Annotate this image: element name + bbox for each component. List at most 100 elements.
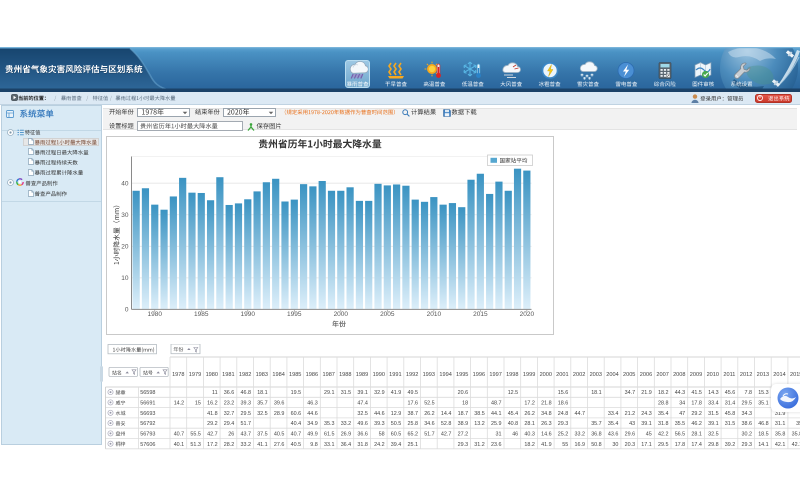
- svg-text:1988: 1988: [339, 372, 351, 378]
- svg-text:14.3: 14.3: [708, 390, 719, 396]
- svg-text:17.4: 17.4: [691, 442, 702, 448]
- svg-text:1982: 1982: [239, 372, 251, 378]
- svg-text:26.3: 26.3: [541, 421, 552, 427]
- svg-text:35.3: 35.3: [324, 421, 335, 427]
- svg-text:31.2: 31.2: [474, 442, 485, 448]
- svg-text:1985: 1985: [289, 372, 301, 378]
- svg-text:1997: 1997: [489, 372, 501, 378]
- svg-text:14.2: 14.2: [174, 401, 185, 407]
- svg-text:29.5: 29.5: [658, 442, 669, 448]
- svg-text:44.7: 44.7: [575, 411, 586, 417]
- svg-text:31.5: 31.5: [725, 421, 736, 427]
- svg-text:39.1: 39.1: [708, 421, 719, 427]
- svg-text:2004: 2004: [606, 372, 618, 378]
- svg-text:26: 26: [228, 432, 234, 438]
- svg-text:1992: 1992: [406, 372, 418, 378]
- svg-text:44.6: 44.6: [374, 411, 385, 417]
- svg-text:2014: 2014: [773, 372, 785, 378]
- svg-text:51.7: 51.7: [241, 421, 252, 427]
- svg-text:38.7: 38.7: [408, 411, 419, 417]
- svg-text:17.6: 17.6: [408, 401, 419, 407]
- svg-text:32.9: 32.9: [374, 390, 385, 396]
- svg-text:17.1: 17.1: [641, 442, 652, 448]
- svg-text:34.3: 34.3: [742, 411, 753, 417]
- svg-text:1981: 1981: [222, 372, 234, 378]
- svg-text:25.2: 25.2: [558, 432, 569, 438]
- svg-text:37.5: 37.5: [257, 432, 268, 438]
- svg-text:1994: 1994: [439, 372, 451, 378]
- svg-text:45.6: 45.6: [725, 390, 736, 396]
- svg-text:16.9: 16.9: [575, 442, 586, 448]
- svg-text:31.1: 31.1: [775, 421, 786, 427]
- svg-text:2000: 2000: [540, 372, 552, 378]
- svg-text:52.5: 52.5: [424, 401, 435, 407]
- svg-text:31.4: 31.4: [725, 401, 736, 407]
- svg-text:29.2: 29.2: [691, 411, 702, 417]
- svg-text:47.4: 47.4: [357, 401, 368, 407]
- svg-text:43.6: 43.6: [608, 432, 619, 438]
- svg-text:30: 30: [121, 212, 129, 219]
- svg-text:2005: 2005: [623, 372, 635, 378]
- svg-text:41.9: 41.9: [391, 390, 402, 396]
- svg-text:1978: 1978: [172, 372, 184, 378]
- svg-text:29.4: 29.4: [224, 421, 235, 427]
- svg-text:50.8: 50.8: [591, 442, 602, 448]
- svg-text:2005: 2005: [380, 311, 395, 318]
- svg-text:15: 15: [195, 401, 201, 407]
- svg-text:34: 34: [679, 401, 685, 407]
- svg-text:60.5: 60.5: [391, 432, 402, 438]
- svg-text:35.4: 35.4: [658, 411, 669, 417]
- svg-text:1991: 1991: [389, 372, 401, 378]
- svg-text:26.2: 26.2: [524, 411, 535, 417]
- svg-text:7.8: 7.8: [745, 390, 753, 396]
- svg-text:42.1: 42.1: [792, 442, 800, 448]
- svg-text:28.2: 28.2: [224, 442, 235, 448]
- svg-text:56691: 56691: [140, 401, 155, 407]
- svg-text:2008: 2008: [673, 372, 685, 378]
- svg-text:32.5: 32.5: [708, 432, 719, 438]
- svg-text:1980: 1980: [148, 311, 163, 318]
- svg-text:40.1: 40.1: [174, 442, 185, 448]
- svg-text:31.8: 31.8: [357, 442, 368, 448]
- svg-text:36.4: 36.4: [341, 442, 352, 448]
- svg-text:1985: 1985: [194, 311, 209, 318]
- svg-text:55: 55: [562, 442, 568, 448]
- svg-text:56598: 56598: [140, 390, 155, 396]
- svg-text:2020: 2020: [520, 311, 535, 318]
- svg-text:18.1: 18.1: [591, 390, 602, 396]
- svg-text:56792: 56792: [140, 421, 155, 427]
- svg-text:56.5: 56.5: [675, 432, 686, 438]
- svg-text:34.7: 34.7: [625, 390, 636, 396]
- svg-text:40: 40: [121, 180, 129, 187]
- svg-text:43.7: 43.7: [241, 432, 252, 438]
- svg-text:28.9: 28.9: [274, 411, 285, 417]
- svg-text:31: 31: [496, 432, 502, 438]
- svg-text:56793: 56793: [140, 432, 155, 438]
- svg-text:17.8: 17.8: [675, 442, 686, 448]
- svg-text:32.7: 32.7: [224, 411, 235, 417]
- svg-text:14.1: 14.1: [758, 442, 769, 448]
- svg-text:18: 18: [462, 401, 468, 407]
- svg-text:31.5: 31.5: [341, 390, 352, 396]
- svg-text:1983: 1983: [256, 372, 268, 378]
- svg-text:23.6: 23.6: [491, 442, 502, 448]
- svg-text:18.2: 18.2: [658, 390, 669, 396]
- svg-text:2009: 2009: [690, 372, 702, 378]
- svg-text:17.8: 17.8: [691, 401, 702, 407]
- svg-text:21.9: 21.9: [641, 390, 652, 396]
- svg-text:18.5: 18.5: [758, 432, 769, 438]
- svg-text:1979: 1979: [189, 372, 201, 378]
- svg-text:36.6: 36.6: [357, 432, 368, 438]
- svg-text:35.4: 35.4: [608, 421, 619, 427]
- svg-text:46: 46: [512, 432, 518, 438]
- svg-text:41.1: 41.1: [257, 442, 268, 448]
- svg-text:17.2: 17.2: [207, 442, 218, 448]
- svg-text:40.5: 40.5: [274, 432, 285, 438]
- svg-text:35.1: 35.1: [758, 401, 769, 407]
- svg-text:42.7: 42.7: [207, 432, 218, 438]
- svg-text:46.3: 46.3: [307, 401, 318, 407]
- svg-text:34.9: 34.9: [307, 421, 318, 427]
- svg-text:15.6: 15.6: [558, 390, 569, 396]
- svg-text:10: 10: [121, 275, 129, 282]
- svg-text:24.2: 24.2: [374, 442, 385, 448]
